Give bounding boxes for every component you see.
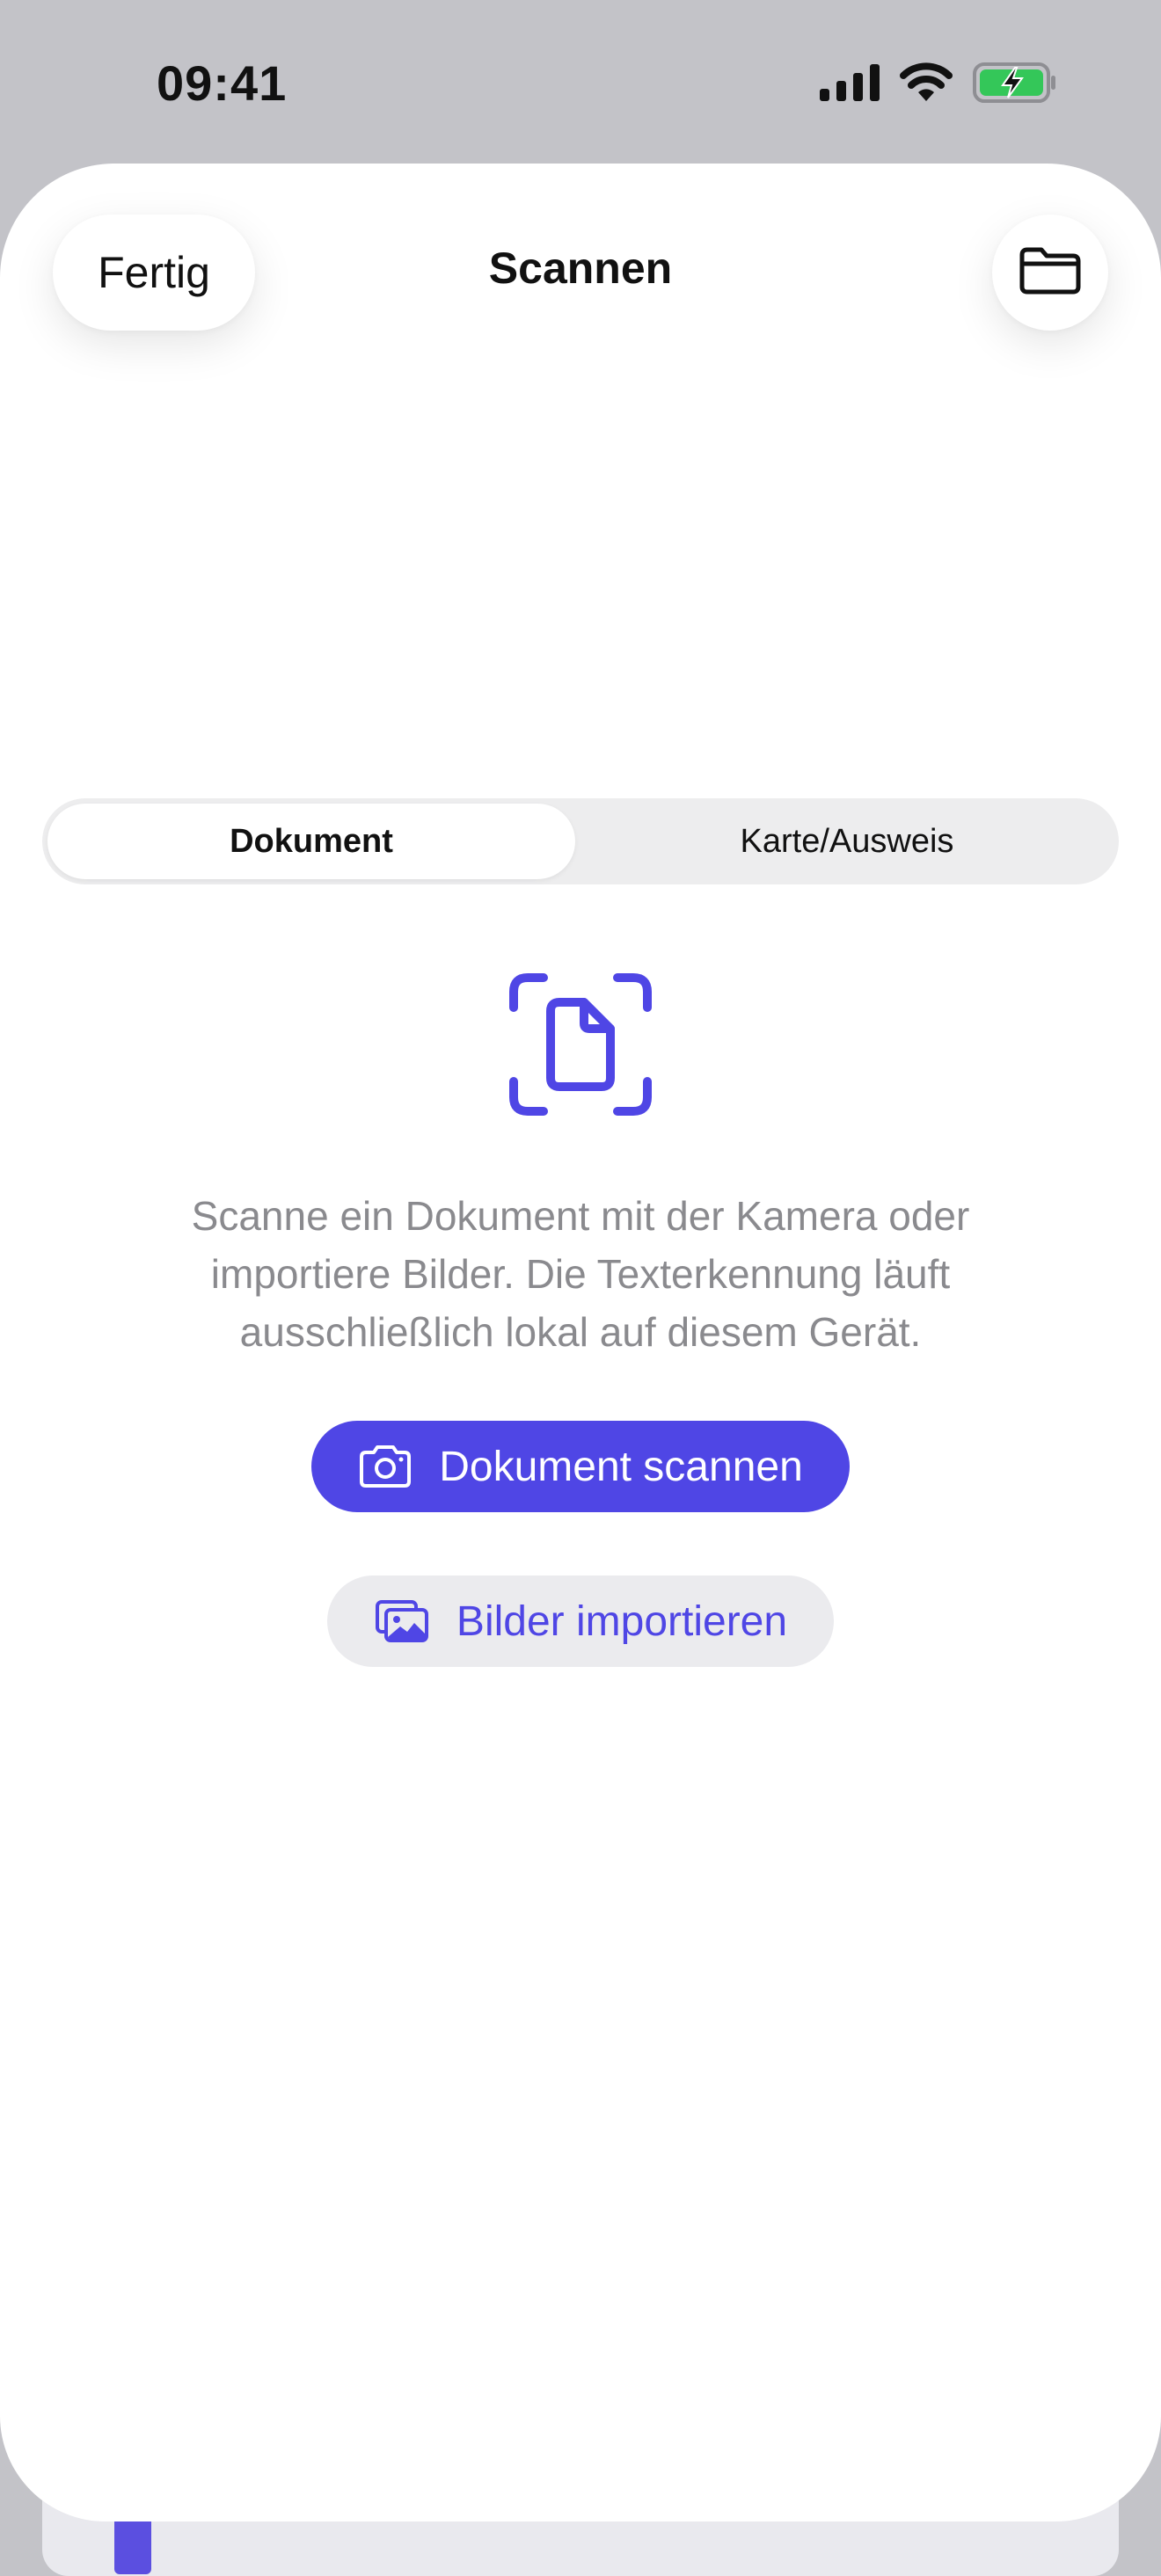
document-scan-icon — [507, 971, 654, 1118]
sheet-title: Scannen — [488, 244, 673, 293]
battery-charging-icon — [973, 62, 1057, 107]
scan-document-button[interactable]: Dokument scannen — [311, 1421, 850, 1512]
folder-icon — [1017, 244, 1084, 302]
wifi-icon — [899, 62, 953, 107]
status-icons — [820, 62, 1057, 107]
segment-document[interactable]: Dokument — [47, 804, 575, 879]
folder-button[interactable] — [992, 215, 1108, 331]
scan-document-label: Dokument scannen — [439, 1443, 803, 1490]
camera-icon — [358, 1444, 413, 1488]
scan-type-segmented-control: Dokument Karte/Ausweis — [42, 798, 1119, 884]
scan-description: Scanne ein Dokument mit der Kamera oder … — [191, 1193, 970, 1355]
segment-card-id[interactable]: Karte/Ausweis — [580, 804, 1114, 879]
status-time: 09:41 — [157, 55, 288, 111]
photos-icon — [374, 1598, 430, 1644]
import-images-button[interactable]: Bilder importieren — [327, 1575, 834, 1667]
sheet-header: Fertig Scannen — [0, 164, 1161, 392]
import-images-label: Bilder importieren — [456, 1597, 788, 1645]
status-bar: 09:41 — [0, 0, 1161, 164]
cellular-signal-icon — [820, 63, 880, 106]
